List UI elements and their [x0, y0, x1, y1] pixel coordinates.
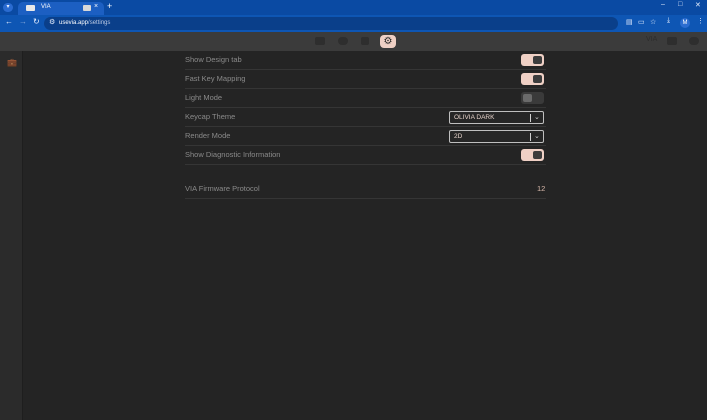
setting-row-keycap-theme: Keycap Theme OLIVIA DARK ⌄: [185, 108, 546, 127]
setting-row-show-design-tab: Show Design tab: [185, 51, 546, 70]
light-mode-toggle[interactable]: [521, 92, 544, 104]
select-value: 2D: [454, 133, 463, 140]
chevron-down-icon[interactable]: ⌄: [534, 132, 540, 140]
render-mode-select[interactable]: 2D ⌄: [449, 130, 544, 143]
setting-label: Fast Key Mapping: [185, 74, 246, 83]
download-icon[interactable]: ⤓: [667, 17, 670, 25]
left-rail: 💼: [0, 51, 23, 420]
key-tester-icon[interactable]: [338, 37, 348, 45]
close-window-icon[interactable]: ✕: [695, 1, 701, 9]
address-bar[interactable]: ⚙ usevia.app/settings ▤ ▭ ☆: [44, 17, 656, 30]
toggle-knob: [533, 56, 542, 64]
via-favicon-icon: [26, 5, 35, 11]
setting-row-show-diagnostic: Show Diagnostic Information: [185, 146, 546, 165]
setting-label: Show Diagnostic Information: [185, 150, 281, 159]
configure-keyboard-icon[interactable]: [315, 37, 325, 45]
back-icon[interactable]: ←: [5, 17, 13, 26]
setting-label: VIA Firmware Protocol: [185, 184, 260, 193]
maximize-icon[interactable]: □: [678, 1, 682, 8]
toggle-knob: [533, 151, 542, 159]
browser-toolbar: ← → ↻ ⚙ usevia.app/settings ▤ ▭ ☆ ⤓ M ⋮: [0, 15, 707, 32]
cast-icon[interactable]: ▭: [638, 18, 645, 26]
select-separator: [530, 133, 531, 141]
new-tab-icon[interactable]: +: [107, 1, 112, 11]
setting-row-firmware-protocol: VIA Firmware Protocol 12: [185, 180, 546, 199]
toggle-knob: [523, 94, 532, 102]
via-link[interactable]: VIA: [646, 36, 657, 43]
setting-row-fast-key-mapping: Fast Key Mapping: [185, 70, 546, 89]
app-header: ⚙ VIA: [0, 32, 707, 51]
settings-gear-icon[interactable]: ⚙: [380, 35, 396, 48]
setting-row-light-mode: Light Mode: [185, 89, 546, 108]
url-text[interactable]: usevia.app/settings: [59, 20, 110, 26]
forward-icon[interactable]: →: [19, 17, 27, 26]
chevron-down-icon[interactable]: ⌄: [534, 113, 540, 121]
menu-kebab-icon[interactable]: ⋮: [697, 17, 704, 25]
toggle-knob: [533, 75, 542, 83]
setting-row-render-mode: Render Mode 2D ⌄: [185, 127, 546, 146]
tab-title: VIA: [41, 4, 51, 10]
minimize-icon[interactable]: –: [661, 1, 665, 8]
briefcase-icon[interactable]: 💼: [7, 58, 17, 67]
browser-tab[interactable]: VIA ×: [18, 2, 104, 15]
firmware-protocol-value: 12: [537, 184, 546, 193]
site-info-icon[interactable]: ⚙: [49, 18, 55, 26]
select-value: OLIVIA DARK: [454, 114, 495, 121]
select-separator: [530, 114, 531, 122]
translate-icon[interactable]: ▤: [626, 18, 633, 26]
setting-label: Keycap Theme: [185, 112, 236, 121]
setting-label: Light Mode: [185, 93, 223, 102]
close-tab-icon[interactable]: ×: [94, 3, 98, 10]
browser-tabstrip: ▾ VIA × + – □ ✕: [0, 0, 707, 15]
discord-icon[interactable]: [667, 37, 677, 45]
github-icon[interactable]: [689, 37, 699, 45]
tab-media-icon: [83, 5, 91, 11]
setting-label: Render Mode: [185, 131, 231, 140]
setting-label: Show Design tab: [185, 55, 242, 64]
fast-key-mapping-toggle[interactable]: [521, 73, 544, 85]
profile-avatar[interactable]: M: [680, 18, 690, 28]
tab-list-icon[interactable]: ▾: [3, 3, 13, 12]
reload-icon[interactable]: ↻: [33, 17, 40, 26]
show-design-tab-toggle[interactable]: [521, 54, 544, 66]
keycap-theme-select[interactable]: OLIVIA DARK ⌄: [449, 111, 544, 124]
design-icon[interactable]: [361, 37, 369, 45]
show-diagnostic-toggle[interactable]: [521, 149, 544, 161]
bookmark-star-icon[interactable]: ☆: [650, 18, 656, 26]
